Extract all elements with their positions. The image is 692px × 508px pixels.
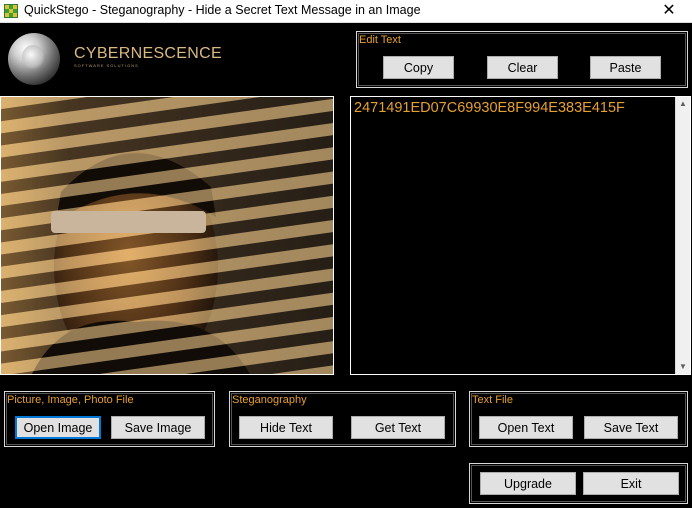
window-title: QuickStego - Steganography - Hide a Secr… [24,3,421,17]
scroll-down-arrow-icon[interactable]: ▼ [676,360,690,374]
brand-tagline: SOFTWARE SOLUTIONS [74,63,139,68]
message-textarea[interactable]: 2471491ED07C69930E8F994E383E415F ▲ ▼ [350,96,691,375]
picture-group-label: Picture, Image, Photo File [7,394,134,406]
close-icon[interactable]: ✕ [646,0,692,22]
cover-image-photo [1,97,333,374]
logo-orb [22,45,44,69]
vertical-scrollbar[interactable]: ▲ ▼ [675,97,690,374]
open-text-button[interactable]: Open Text [479,416,573,439]
open-image-button[interactable]: Open Image [15,416,101,439]
text-file-group-label: Text File [472,394,513,406]
brand-name: CYBERNESCENCE [74,45,222,62]
get-text-button[interactable]: Get Text [351,416,445,439]
exit-button[interactable]: Exit [583,472,679,495]
clear-button[interactable]: Clear [487,56,558,79]
edit-text-group-label: Edit Text [359,34,401,46]
scroll-up-arrow-icon[interactable]: ▲ [676,97,690,111]
app-icon [4,4,18,18]
hide-text-button[interactable]: Hide Text [239,416,333,439]
copy-button[interactable]: Copy [383,56,454,79]
paste-button[interactable]: Paste [590,56,661,79]
upgrade-button[interactable]: Upgrade [480,472,576,495]
save-text-button[interactable]: Save Text [584,416,678,439]
save-image-button[interactable]: Save Image [111,416,205,439]
title-bar: QuickStego - Steganography - Hide a Secr… [0,0,692,23]
cover-image [0,96,334,375]
steganography-group-label: Steganography [232,394,307,406]
message-text[interactable]: 2471491ED07C69930E8F994E383E415F [354,100,625,116]
cybernescence-logo [8,33,60,85]
